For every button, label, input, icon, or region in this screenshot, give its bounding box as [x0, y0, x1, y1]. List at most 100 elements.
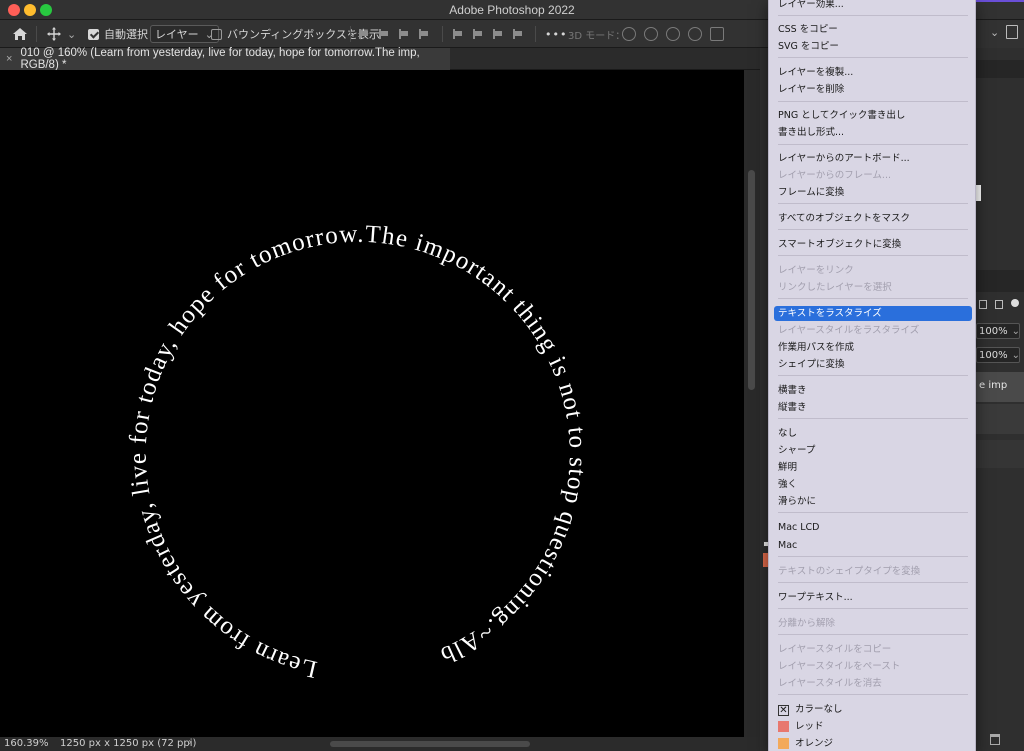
menu-item[interactable]: 鮮明	[778, 460, 797, 475]
lock-position-icon[interactable]	[995, 300, 1003, 309]
menu-item: レイヤースタイルをペースト	[778, 661, 901, 672]
align-center-icon[interactable]	[378, 28, 390, 40]
menu-item[interactable]: 作業用パスを作成	[778, 340, 854, 355]
distribute-spacing-icon[interactable]	[512, 28, 524, 40]
menu-item: 分離から解除	[778, 618, 836, 629]
color-swatch-icon	[778, 738, 789, 749]
menu-separator	[778, 694, 968, 695]
menu-item[interactable]: CSS をコピー	[778, 22, 838, 37]
menu-item[interactable]: Mac	[778, 538, 797, 553]
chevron-down-icon: ⌄	[67, 27, 77, 41]
document-size: 1250 px x 1250 px (72 ppi)	[60, 738, 197, 749]
chevron-down-icon[interactable]: ⌄	[990, 26, 999, 39]
move-tool-button[interactable]: ⌄	[46, 20, 76, 48]
document-tab[interactable]: × 010 @ 160% (Learn from yesterday, live…	[0, 47, 450, 71]
distribute-icon[interactable]	[492, 28, 504, 40]
menu-item[interactable]: 横書き	[778, 383, 807, 398]
menu-separator	[778, 375, 968, 376]
3d-orbit-icon[interactable]	[622, 27, 636, 41]
lock-all-icon[interactable]	[1011, 299, 1019, 307]
circle-text-path: Learn from yesterday, live for today, ho…	[0, 70, 590, 683]
share-icon[interactable]	[1006, 25, 1018, 39]
auto-select-dropdown[interactable]: レイヤー ⌄	[150, 25, 219, 43]
menu-item[interactable]: SVG をコピー	[778, 39, 839, 54]
menu-separator	[778, 203, 968, 204]
lock-pixels-icon[interactable]	[979, 300, 987, 309]
3d-pan-icon[interactable]	[666, 27, 680, 41]
3d-roll-icon[interactable]	[644, 27, 658, 41]
menu-item[interactable]: テキストをラスタライズ	[774, 306, 972, 321]
3d-camera-icon[interactable]	[710, 27, 724, 41]
menu-item[interactable]: なし	[778, 426, 797, 441]
menu-separator	[778, 582, 968, 583]
opacity-field[interactable]: 100% ⌄	[976, 323, 1020, 339]
status-expand-icon[interactable]: ›	[188, 737, 192, 748]
no-color-x-icon: ✕	[778, 705, 789, 716]
menu-item[interactable]: ワープテキスト...	[778, 590, 853, 605]
menu-separator	[778, 512, 968, 513]
menu-item[interactable]: シェイプに変換	[778, 357, 845, 372]
menu-separator	[778, 57, 968, 58]
align-top-icon[interactable]	[418, 28, 430, 40]
menu-item[interactable]: すべてのオブジェクトをマスク	[778, 211, 910, 226]
menu-item[interactable]: Mac LCD	[778, 520, 820, 535]
align-left-icon[interactable]	[358, 28, 370, 40]
menu-item[interactable]: カラーなし	[795, 702, 843, 717]
align-right-icon[interactable]	[398, 28, 410, 40]
auto-select-checkbox[interactable]: 自動選択：	[88, 20, 159, 48]
close-icon[interactable]: ×	[6, 53, 12, 65]
menu-separator	[778, 144, 968, 145]
menu-separator	[778, 418, 968, 419]
menu-item[interactable]: レッド	[795, 719, 824, 734]
vertical-scroll-thumb[interactable]	[748, 170, 755, 390]
circle-text-artwork: Learn from yesterday, live for today, ho…	[0, 70, 591, 683]
menu-item[interactable]: レイヤーを複製...	[778, 65, 853, 80]
chevron-down-icon: ⌄	[1011, 349, 1020, 361]
menu-item[interactable]: レイヤー効果...	[778, 0, 844, 12]
menu-item[interactable]: PNG としてクイック書き出し	[778, 108, 905, 123]
menu-item: レイヤースタイルをコピー	[778, 644, 892, 655]
menu-item[interactable]: 書き出し形式...	[778, 125, 844, 140]
chevron-down-icon: ⌄	[1011, 325, 1020, 337]
menu-item[interactable]: 滑らかに	[778, 494, 816, 509]
menu-separator	[778, 101, 968, 102]
trash-icon[interactable]	[990, 734, 1000, 745]
menu-item[interactable]: フレームに変換	[778, 185, 844, 200]
layer-row[interactable]	[976, 440, 1024, 468]
checkbox-checked-icon	[88, 28, 99, 40]
menu-item: レイヤーをリンク	[778, 265, 854, 276]
menu-item[interactable]: オレンジ	[795, 736, 833, 751]
3d-mode-label: 3D モード：	[568, 30, 626, 42]
3d-slide-icon[interactable]	[688, 27, 702, 41]
menu-separator	[778, 556, 968, 557]
more-options-button[interactable]: •••	[545, 20, 567, 48]
canvas[interactable]: Learn from yesterday, live for today, ho…	[0, 70, 744, 737]
menu-item: テキストのシェイプタイプを変換	[778, 566, 921, 577]
layers-lock-row	[975, 296, 1024, 314]
layer-row[interactable]	[976, 404, 1024, 434]
align-bottom-icon[interactable]	[472, 28, 484, 40]
context-menu: レイヤー効果... CSS をコピー SVG をコピー レイヤーを複製... レイヤーを…	[768, 0, 976, 751]
layer-name: e imp	[979, 380, 1008, 391]
menu-item[interactable]: スマートオブジェクトに変換	[778, 237, 901, 252]
home-button[interactable]	[12, 20, 28, 48]
menu-separator	[778, 298, 968, 299]
zoom-level[interactable]: 160.39%	[4, 738, 49, 749]
panel-header	[975, 60, 1024, 78]
bounding-box-checkbox[interactable]: バウンディングボックスを表示	[211, 20, 380, 48]
menu-item[interactable]: レイヤーからのアートボード...	[778, 151, 910, 166]
fill-field[interactable]: 100% ⌄	[976, 347, 1020, 363]
horizontal-scroll-thumb[interactable]	[330, 741, 530, 747]
menu-item[interactable]: シャープ	[778, 443, 815, 458]
align-vertical-center-icon[interactable]	[452, 28, 464, 40]
menu-item[interactable]: 強く	[778, 477, 797, 492]
menu-item[interactable]: レイヤーを削除	[778, 82, 844, 97]
layer-row[interactable]: e imp	[976, 372, 1024, 402]
circle-text[interactable]: Learn from yesterday, live for today, ho…	[0, 70, 591, 683]
vertical-scrollbar[interactable]	[744, 70, 760, 737]
layers-panel-header	[975, 270, 1024, 292]
menu-separator	[778, 634, 968, 635]
menu-item: レイヤースタイルを消去	[778, 678, 882, 689]
menu-item[interactable]: 縦書き	[778, 400, 807, 415]
color-swatch-icon	[778, 721, 789, 732]
